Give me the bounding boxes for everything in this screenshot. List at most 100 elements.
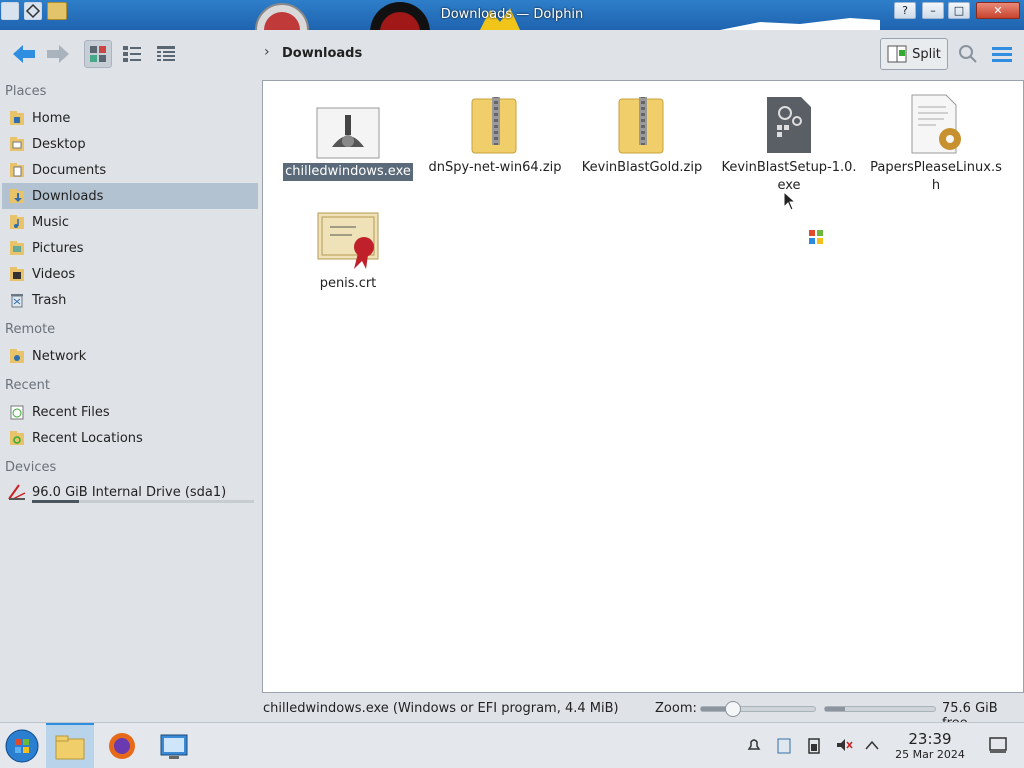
music-icon bbox=[7, 212, 27, 232]
sidebar-item-downloads[interactable]: Downloads bbox=[2, 183, 258, 209]
taskbar-dolphin[interactable] bbox=[46, 723, 94, 768]
file-name: KevinBlastGold.zip bbox=[581, 160, 703, 175]
drive-usage-fill bbox=[32, 500, 79, 503]
windows-flag-icon bbox=[809, 230, 823, 244]
sidebar-item-label: Downloads bbox=[32, 188, 104, 204]
file-item[interactable]: PapersPleaseLinux.sh bbox=[866, 89, 1006, 195]
start-button[interactable] bbox=[2, 723, 42, 768]
hamburger-menu-button[interactable] bbox=[988, 40, 1016, 68]
help-button[interactable]: ? bbox=[894, 2, 916, 19]
window-titlebar[interactable]: Downloads — Dolphin ? – □ ✕ bbox=[0, 0, 1024, 30]
file-name: PapersPleaseLinux.sh bbox=[870, 160, 1002, 193]
free-space-fill bbox=[825, 707, 845, 711]
notifications-icon[interactable] bbox=[744, 735, 764, 755]
sidebar-item-recent-files[interactable]: Recent Files bbox=[2, 399, 258, 425]
battery-icon[interactable] bbox=[804, 735, 824, 755]
sidebar-item-desktop[interactable]: Desktop bbox=[2, 131, 258, 157]
script-icon bbox=[901, 89, 971, 155]
sidebar-item-label: Music bbox=[32, 214, 69, 230]
toolbar: › Downloads Split bbox=[0, 30, 1024, 78]
recent-files-icon bbox=[7, 402, 27, 422]
icons-view-icon bbox=[90, 46, 106, 62]
chevron-up-icon[interactable] bbox=[862, 735, 882, 755]
free-space-bar bbox=[824, 706, 936, 712]
icons-view-button[interactable] bbox=[84, 40, 112, 68]
maximize-button[interactable]: □ bbox=[948, 2, 970, 19]
clipboard-icon[interactable] bbox=[774, 735, 794, 755]
compact-view-icon bbox=[123, 46, 141, 62]
file-name: chilledwindows.exe bbox=[283, 163, 413, 181]
sidebar-item-documents[interactable]: Documents bbox=[2, 157, 258, 183]
places-panel: Places Home Desktop Documents Downloads … bbox=[0, 78, 262, 718]
sidebar-item-label: Documents bbox=[32, 162, 107, 178]
file-item[interactable]: KevinBlastGold.zip bbox=[572, 89, 712, 177]
home-icon bbox=[7, 108, 27, 128]
details-view-button[interactable] bbox=[152, 40, 180, 68]
sidebar-item-music[interactable]: Music bbox=[2, 209, 258, 235]
videos-icon bbox=[7, 264, 27, 284]
compact-view-button[interactable] bbox=[118, 40, 146, 68]
file-item[interactable]: dnSpy-net-win64.zip bbox=[425, 89, 565, 177]
places-header: Places bbox=[5, 84, 47, 99]
sidebar-item-recent-locations[interactable]: Recent Locations bbox=[2, 425, 258, 451]
sidebar-item-trash[interactable]: Trash bbox=[2, 287, 258, 313]
window-title: Downloads — Dolphin bbox=[440, 7, 584, 22]
zoom-slider[interactable] bbox=[700, 701, 816, 717]
show-desktop-icon[interactable] bbox=[988, 735, 1008, 755]
zip-folder-icon bbox=[607, 89, 677, 155]
folder-icon bbox=[55, 735, 85, 760]
close-button[interactable]: ✕ bbox=[976, 2, 1020, 19]
sidebar-item-home[interactable]: Home bbox=[2, 105, 258, 131]
split-view-icon bbox=[887, 45, 907, 63]
trash-icon bbox=[7, 290, 27, 310]
taskbar-system-settings[interactable] bbox=[152, 723, 196, 768]
minimize-button[interactable]: – bbox=[922, 2, 944, 19]
clock[interactable]: 23:39 25 Mar 2024 bbox=[890, 731, 970, 762]
zoom-slider-handle[interactable] bbox=[724, 701, 741, 717]
mouse-cursor bbox=[783, 191, 797, 211]
zip-folder-icon bbox=[460, 89, 530, 155]
file-name: penis.crt bbox=[319, 276, 377, 291]
taskbar-firefox[interactable] bbox=[100, 723, 144, 768]
sidebar-item-label: Recent Locations bbox=[32, 430, 143, 446]
breadcrumb-downloads[interactable]: Downloads bbox=[282, 46, 362, 61]
sidebar-item-label: Trash bbox=[32, 292, 67, 308]
documents-icon bbox=[7, 160, 27, 180]
network-icon bbox=[7, 346, 27, 366]
file-name: dnSpy-net-win64.zip bbox=[428, 160, 562, 175]
sidebar-item-label: Home bbox=[32, 110, 71, 126]
recent-locations-icon bbox=[7, 428, 27, 448]
exe-gear-icon bbox=[313, 93, 383, 159]
split-label: Split bbox=[912, 46, 941, 62]
taskbar: 23:39 25 Mar 2024 bbox=[0, 722, 1024, 768]
sidebar-item-videos[interactable]: Videos bbox=[2, 261, 258, 287]
drive-usage-bar bbox=[32, 500, 254, 503]
file-view[interactable]: chilledwindows.exe dnSpy-net-win64.zip K… bbox=[262, 80, 1024, 693]
back-button[interactable] bbox=[10, 40, 38, 68]
forward-button[interactable] bbox=[44, 40, 72, 68]
exe-file-icon bbox=[754, 89, 824, 155]
split-button[interactable]: Split bbox=[880, 38, 948, 70]
search-icon bbox=[959, 45, 977, 63]
sidebar-item-label: Network bbox=[32, 348, 87, 364]
file-item[interactable]: chilledwindows.exe bbox=[278, 93, 418, 181]
forward-arrow-icon bbox=[47, 45, 69, 63]
remote-header: Remote bbox=[5, 322, 56, 337]
pictures-icon bbox=[7, 238, 27, 258]
sidebar-item-pictures[interactable]: Pictures bbox=[2, 235, 258, 261]
start-orb-icon bbox=[5, 729, 39, 763]
selection-info: chilledwindows.exe (Windows or EFI progr… bbox=[263, 701, 619, 716]
file-item[interactable]: penis.crt bbox=[278, 205, 418, 293]
drive-icon bbox=[7, 482, 27, 502]
recent-header: Recent bbox=[5, 378, 50, 393]
search-button[interactable] bbox=[954, 40, 982, 68]
file-name: KevinBlastSetup-1.0.exe bbox=[721, 160, 857, 193]
volume-muted-icon[interactable] bbox=[834, 735, 854, 755]
desktop-icon bbox=[7, 134, 27, 154]
system-settings-icon bbox=[160, 734, 188, 759]
sidebar-item-label: Pictures bbox=[32, 240, 84, 256]
sidebar-item-network[interactable]: Network bbox=[2, 343, 258, 369]
sidebar-item-label: Desktop bbox=[32, 136, 86, 152]
file-item[interactable]: KevinBlastSetup-1.0.exe bbox=[719, 89, 859, 195]
clock-date: 25 Mar 2024 bbox=[895, 748, 965, 761]
